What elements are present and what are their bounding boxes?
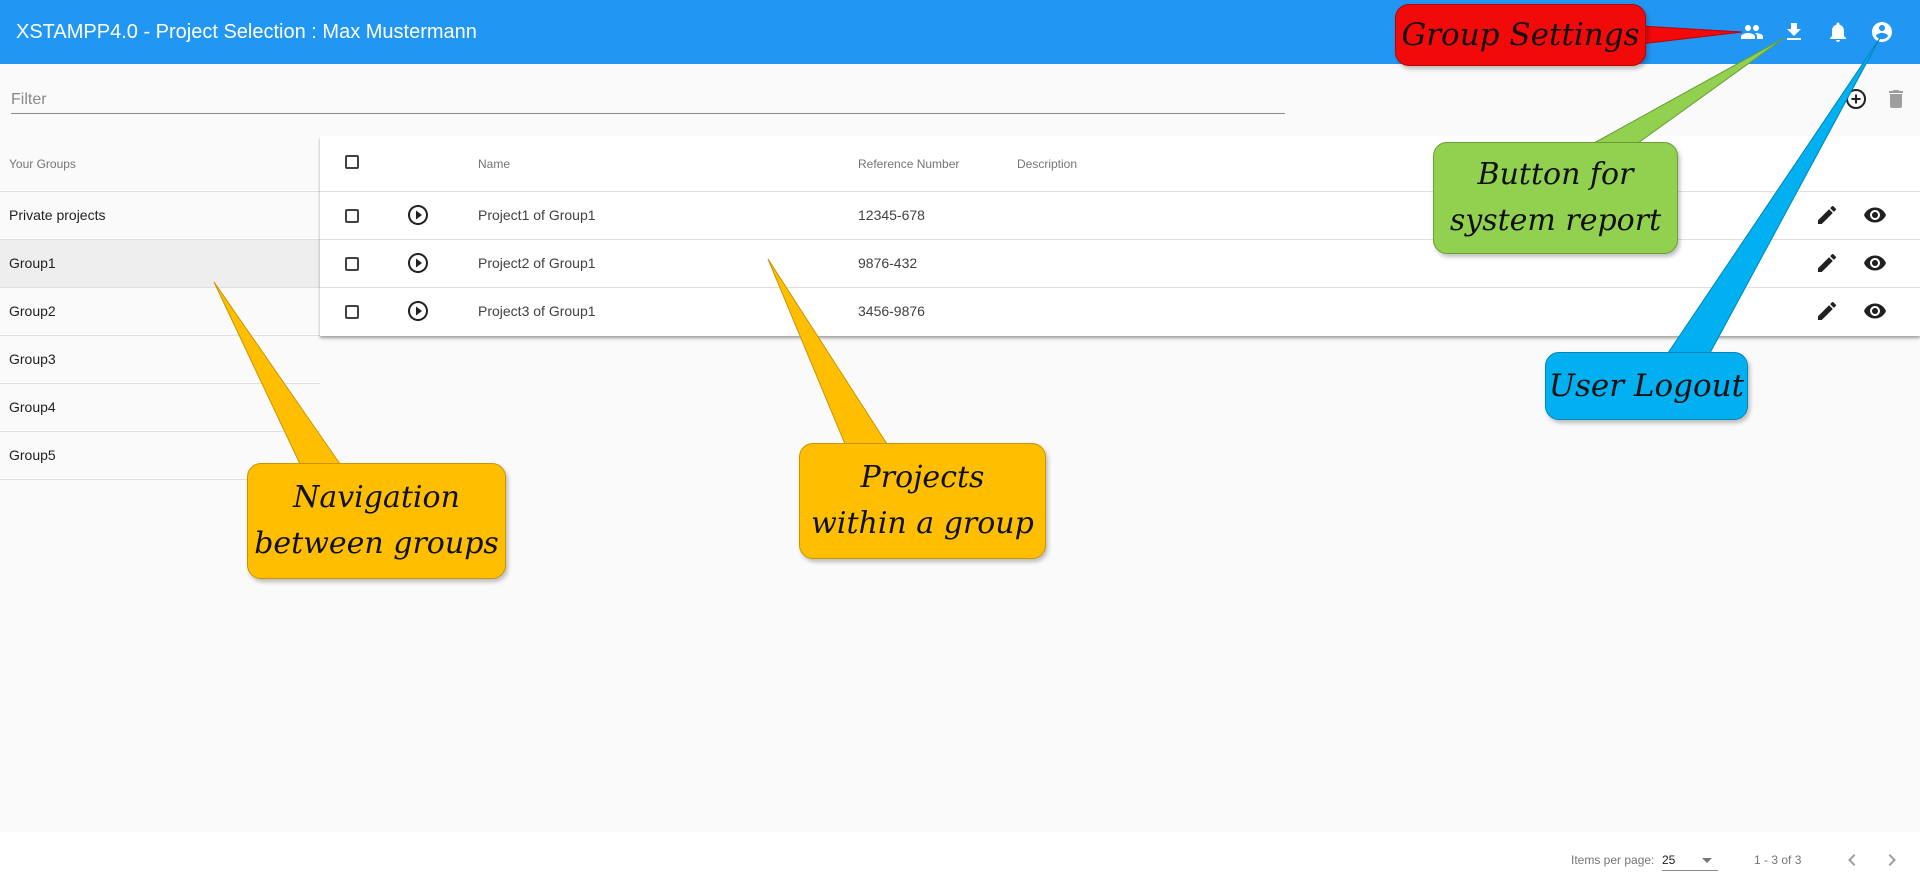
callout-system-report-line1: Button for [1477, 156, 1634, 192]
column-header-name[interactable]: Name [478, 156, 510, 172]
table-row[interactable]: Project1 of Group1 12345-678 [320, 191, 1920, 239]
previous-page-icon[interactable] [1840, 848, 1864, 872]
project-reference: 12345-678 [858, 207, 925, 223]
table-row[interactable]: Project2 of Group1 9876-432 [320, 239, 1920, 287]
download-icon[interactable] [1782, 20, 1806, 44]
project-name: Project2 of Group1 [478, 255, 596, 271]
pencil-icon[interactable] [1815, 299, 1839, 323]
projects-table: Name Reference Number Description Projec… [320, 136, 1920, 336]
filter-input[interactable] [11, 86, 1285, 114]
items-per-page-value: 25 [1662, 853, 1676, 867]
callout-projects-line2: within a group [811, 506, 1034, 541]
app-title: XSTAMPP4.0 - Project Selection : Max Mus… [16, 21, 477, 43]
callout-group-settings: Group Settings [1395, 4, 1646, 66]
column-header-description[interactable]: Description [1017, 156, 1077, 172]
pencil-icon[interactable] [1815, 251, 1839, 275]
play-circle-icon[interactable] [406, 299, 430, 323]
items-per-page-label: Items per page: [1571, 853, 1655, 867]
eye-icon[interactable] [1863, 299, 1887, 323]
groups-header: Your Groups [9, 157, 76, 171]
project-reference: 3456-9876 [858, 303, 925, 319]
group-item-private-projects[interactable]: Private projects [0, 191, 320, 239]
callout-navigation: Navigation between groups [247, 463, 506, 579]
play-circle-icon[interactable] [406, 251, 430, 275]
table-row[interactable]: Project3 of Group1 3456-9876 [320, 287, 1920, 335]
callout-system-report: Button for system report [1433, 142, 1678, 254]
add-circle-outline-icon[interactable] [1844, 87, 1868, 111]
group-item-group4[interactable]: Group4 [0, 383, 320, 431]
select-all-checkbox[interactable] [345, 155, 359, 169]
callout-system-report-line2: system report [1449, 203, 1662, 238]
group-item-group3[interactable]: Group3 [0, 335, 320, 383]
project-name: Project1 of Group1 [478, 207, 596, 223]
callout-navigation-line1: Navigation [293, 479, 460, 515]
pencil-icon[interactable] [1815, 203, 1839, 227]
callout-group-settings-text: Group Settings [1401, 16, 1640, 53]
paginator: Items per page: 25 1 - 3 of 3 [0, 832, 1920, 888]
row-checkbox[interactable] [345, 305, 359, 319]
page-range-label: 1 - 3 of 3 [1754, 853, 1802, 867]
caret-down-icon [1702, 858, 1712, 863]
next-page-icon[interactable] [1880, 848, 1904, 872]
group-item-group2[interactable]: Group2 [0, 287, 320, 335]
eye-icon[interactable] [1863, 203, 1887, 227]
callout-navigation-line2: between groups [254, 526, 499, 561]
items-per-page-select[interactable]: 25 [1662, 849, 1718, 871]
callout-user-logout: User Logout [1545, 352, 1748, 420]
trash-icon[interactable] [1884, 87, 1908, 111]
row-checkbox[interactable] [345, 209, 359, 223]
group-item-group1[interactable]: Group1 [0, 239, 320, 287]
project-reference: 9876-432 [858, 255, 918, 271]
callout-projects: Projects within a group [799, 443, 1046, 559]
play-circle-icon[interactable] [406, 203, 430, 227]
project-name: Project3 of Group1 [478, 303, 596, 319]
group-settings-icon[interactable] [1740, 20, 1764, 44]
bell-icon[interactable] [1826, 20, 1850, 44]
callout-user-logout-text: User Logout [1548, 367, 1745, 404]
row-checkbox[interactable] [345, 257, 359, 271]
column-header-reference[interactable]: Reference Number [858, 156, 959, 172]
callout-projects-line1: Projects [860, 459, 985, 495]
account-circle-icon[interactable] [1870, 20, 1894, 44]
eye-icon[interactable] [1863, 251, 1887, 275]
